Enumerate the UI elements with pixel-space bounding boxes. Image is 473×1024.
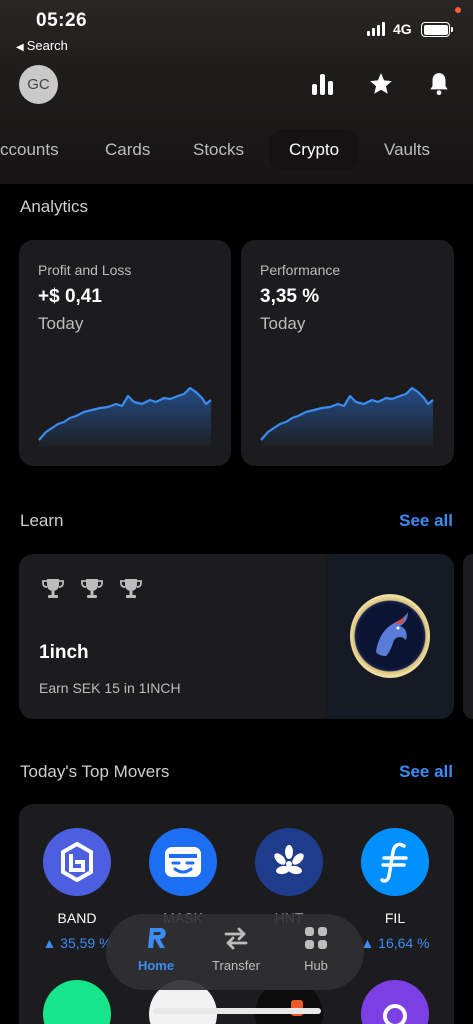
recording-indicator-icon	[455, 7, 461, 13]
nav-hub[interactable]: Hub	[276, 914, 356, 990]
learn-card-subtitle: Earn SEK 15 in 1INCH	[39, 680, 181, 696]
mover-symbol: FIL	[384, 910, 406, 926]
band-logo-icon[interactable]	[43, 828, 111, 896]
star-icon[interactable]	[367, 70, 395, 98]
home-indicator[interactable]	[153, 1008, 321, 1014]
signal-icon	[367, 22, 385, 36]
network-type: 4G	[393, 21, 412, 37]
nav-transfer-label: Transfer	[212, 958, 260, 973]
movers-section-title: Today's Top Movers	[20, 762, 170, 781]
mover-symbol: BAND	[57, 910, 97, 926]
tab-bar: ccounts Cards Stocks Crypto Vaults	[0, 130, 473, 170]
performance-label: Performance	[260, 262, 341, 278]
analytics-section-title: Analytics	[20, 197, 89, 216]
trophy-icon	[120, 579, 142, 598]
performance-sparkline	[260, 386, 434, 446]
nav-hub-label: Hub	[304, 958, 328, 973]
mask-logo-icon[interactable]	[149, 828, 217, 896]
movers-see-all-link[interactable]: See all	[399, 762, 453, 782]
back-to-search-link[interactable]: ◀ Search	[16, 38, 68, 53]
trophy-icon	[81, 579, 103, 598]
status-bar: 05:26 ◀ Search 4G	[0, 0, 473, 60]
profit-loss-label: Profit and Loss	[38, 262, 132, 278]
learn-card-1inch[interactable]: 1inch Earn SEK 15 in 1INCH	[19, 554, 454, 719]
avatar[interactable]: GC	[19, 65, 58, 104]
hub-grid-icon	[305, 927, 327, 949]
learn-section-title: Learn	[20, 511, 64, 530]
learn-card-title: 1inch	[39, 642, 89, 663]
bottom-nav-bar: Home Transfer Hub	[106, 914, 364, 990]
learn-card-next-peek[interactable]	[463, 554, 473, 719]
nav-transfer[interactable]: Transfer	[196, 914, 276, 990]
learn-card-image	[326, 554, 454, 719]
trophy-icon	[42, 579, 64, 598]
performance-card[interactable]: Performance 3,35 % Today	[241, 240, 454, 466]
analytics-bars-icon[interactable]	[309, 70, 337, 98]
tab-crypto[interactable]: Crypto	[269, 130, 360, 170]
profit-loss-sparkline	[38, 386, 212, 446]
revolut-home-icon	[148, 928, 166, 948]
tab-stocks[interactable]: Stocks	[173, 130, 264, 170]
nav-home-label: Home	[137, 958, 175, 973]
battery-icon	[421, 22, 453, 37]
performance-period: Today	[260, 314, 306, 333]
back-search-label: Search	[26, 38, 68, 53]
nav-home[interactable]: Home	[116, 914, 196, 990]
profit-loss-value: +$ 0,41	[38, 286, 102, 307]
profit-loss-card[interactable]: Profit and Loss +$ 0,41 Today	[19, 240, 231, 466]
profit-loss-period: Today	[38, 314, 84, 333]
status-time: 05:26	[36, 10, 88, 31]
learn-see-all-link[interactable]: See all	[399, 511, 453, 531]
mover-logo-icon[interactable]	[361, 980, 429, 1024]
performance-value: 3,35 %	[260, 286, 320, 307]
hnt-logo-icon[interactable]	[255, 828, 323, 896]
tab-accounts[interactable]: ccounts	[0, 130, 79, 170]
top-area: 05:26 ◀ Search 4G GC ccounts Cards Stocks	[0, 0, 473, 184]
bell-icon[interactable]	[425, 70, 453, 98]
transfer-arrows-icon	[224, 927, 248, 950]
tab-cards[interactable]: Cards	[85, 130, 170, 170]
mover-logo-icon[interactable]	[43, 980, 111, 1024]
back-arrow-icon: ◀	[16, 42, 24, 53]
1inch-coin-icon	[350, 594, 430, 678]
fil-logo-icon[interactable]	[361, 828, 429, 896]
tab-vaults[interactable]: Vaults	[364, 130, 450, 170]
